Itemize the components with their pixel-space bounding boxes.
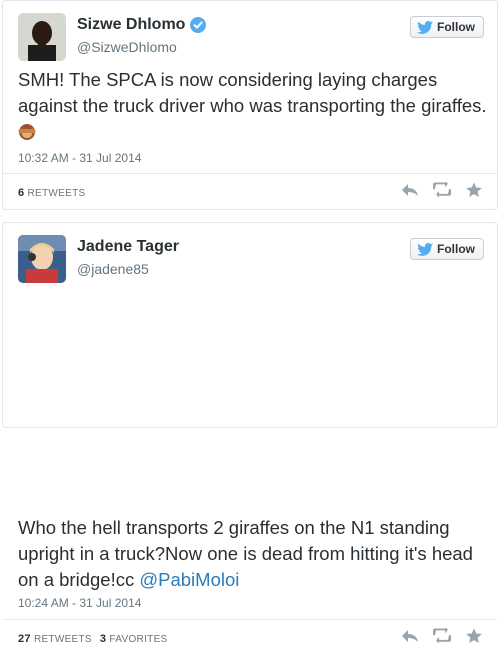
user-name[interactable]: Jadene Tager bbox=[77, 238, 179, 256]
twitter-bird-icon bbox=[417, 20, 433, 34]
favorites-count: 3 bbox=[99, 633, 107, 645]
reply-icon[interactable] bbox=[401, 628, 419, 644]
retweets-stat[interactable]: 27 RETWEETS bbox=[18, 633, 92, 645]
favorite-star-icon[interactable] bbox=[465, 628, 483, 644]
reply-icon[interactable] bbox=[401, 182, 419, 198]
favorite-star-icon[interactable] bbox=[465, 182, 483, 198]
follow-label: Follow bbox=[437, 20, 475, 34]
timestamp[interactable]: 10:32 AM - 31 Jul 2014 bbox=[18, 151, 141, 165]
divider bbox=[3, 173, 497, 174]
retweets-count: 6 bbox=[18, 187, 25, 199]
tweet-text-body: Who the hell transports 2 giraffes on th… bbox=[18, 517, 473, 590]
user-handle[interactable]: @SizweDhlomo bbox=[77, 39, 177, 55]
retweet-icon[interactable] bbox=[433, 628, 451, 644]
tweet-actions bbox=[401, 628, 483, 644]
favorites-stat[interactable]: 3 FAVORITES bbox=[100, 633, 168, 645]
retweets-label: RETWEETS bbox=[27, 188, 86, 199]
retweets-label: RETWEETS bbox=[33, 634, 92, 645]
tweet-text: Who the hell transports 2 giraffes on th… bbox=[18, 515, 488, 593]
timestamp[interactable]: 10:24 AM - 31 Jul 2014 bbox=[18, 596, 141, 610]
tweet-card: Jadene Tager @jadene85 Follow Who the he… bbox=[2, 222, 498, 645]
tweet-stats: 6 RETWEETS bbox=[18, 187, 85, 199]
user-handle[interactable]: @jadene85 bbox=[77, 261, 149, 277]
see-no-evil-monkey-icon bbox=[18, 124, 36, 140]
mention-link[interactable]: @PabiMoloi bbox=[139, 569, 239, 590]
twitter-bird-icon bbox=[417, 242, 433, 256]
tweet-text-body: SMH! The SPCA is now considering laying … bbox=[18, 69, 487, 116]
user-name[interactable]: Sizwe Dhlomo bbox=[77, 16, 185, 34]
follow-button[interactable]: Follow bbox=[410, 16, 484, 38]
follow-button[interactable]: Follow bbox=[410, 238, 484, 260]
retweets-stat[interactable]: 6 RETWEETS bbox=[18, 187, 85, 199]
tweet-text: SMH! The SPCA is now considering laying … bbox=[18, 67, 488, 145]
tweet-actions bbox=[401, 182, 483, 198]
retweets-count: 27 bbox=[18, 633, 31, 645]
avatar[interactable] bbox=[18, 13, 66, 61]
favorites-label: FAVORITES bbox=[109, 634, 168, 645]
follow-label: Follow bbox=[437, 242, 475, 256]
divider bbox=[3, 619, 497, 620]
retweet-icon[interactable] bbox=[433, 182, 451, 198]
avatar[interactable] bbox=[18, 235, 66, 283]
verified-badge-icon bbox=[190, 17, 207, 33]
tweet-card: Sizwe Dhlomo @SizweDhlomo Follow SMH! Th… bbox=[2, 0, 498, 210]
tweet-stats: 27 RETWEETS 3 FAVORITES bbox=[18, 633, 168, 645]
